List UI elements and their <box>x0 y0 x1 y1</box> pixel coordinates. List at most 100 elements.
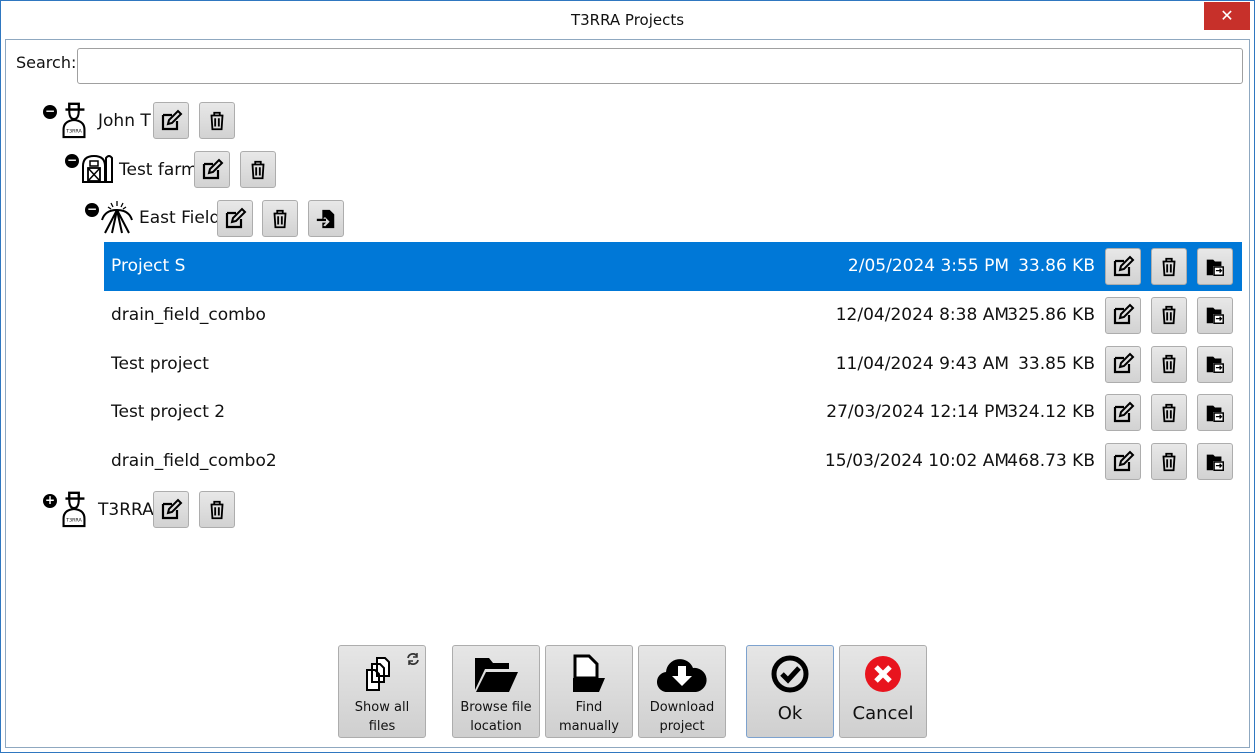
user-icon <box>59 490 89 528</box>
edit-icon <box>1111 255 1135 279</box>
move-project-button[interactable] <box>1197 394 1233 432</box>
move-folder-icon <box>1204 256 1226 278</box>
move-folder-icon <box>1204 451 1226 473</box>
farm-icon <box>81 152 115 184</box>
move-folder-icon <box>1204 353 1226 375</box>
collapse-toggle[interactable]: − <box>43 105 57 119</box>
trash-icon <box>1158 353 1180 375</box>
project-size: 33.86 KB <box>1018 256 1095 276</box>
find-manually-button[interactable]: Find manually <box>545 645 633 738</box>
project-row[interactable]: Test project 11/04/2024 9:43 AM 33.85 KB <box>104 340 1242 389</box>
edit-icon <box>1111 303 1135 327</box>
button-label: Cancel <box>852 703 914 724</box>
delete-field-button[interactable] <box>262 200 298 237</box>
expand-toggle[interactable]: + <box>43 494 57 508</box>
delete-project-button[interactable] <box>1151 345 1187 383</box>
find-file-icon <box>573 654 605 692</box>
delete-project-button[interactable] <box>1151 443 1187 481</box>
edit-farm-button[interactable] <box>194 151 230 188</box>
move-project-button[interactable] <box>1197 248 1233 285</box>
collapse-toggle[interactable]: − <box>85 203 99 217</box>
checkmark-icon <box>771 655 809 693</box>
field-name: East Field <box>139 208 221 228</box>
button-label: Browse file <box>460 700 532 715</box>
import-project-button[interactable] <box>308 200 344 237</box>
button-label: location <box>470 719 522 734</box>
edit-project-button[interactable] <box>1105 443 1141 481</box>
farm-name: Test farm <box>119 160 198 180</box>
search-label: Search: <box>16 53 77 72</box>
move-project-button[interactable] <box>1197 345 1233 383</box>
project-size: 33.85 KB <box>1018 353 1095 374</box>
edit-icon <box>223 207 247 231</box>
edit-icon <box>1111 450 1135 474</box>
project-name: Test project 2 <box>111 402 226 423</box>
project-size: 324.12 KB <box>1007 402 1095 423</box>
trash-icon <box>269 208 291 230</box>
edit-icon <box>200 158 224 182</box>
trash-icon <box>206 499 228 521</box>
button-label: Find <box>575 700 603 715</box>
edit-user-button[interactable] <box>153 102 189 139</box>
trash-icon <box>1158 402 1180 424</box>
search-input[interactable] <box>77 48 1243 84</box>
project-row[interactable]: Test project 2 27/03/2024 12:14 PM 324.1… <box>104 388 1242 437</box>
project-name: drain_field_combo <box>111 304 266 325</box>
close-button[interactable]: ✕ <box>1204 2 1250 30</box>
edit-field-button[interactable] <box>217 200 253 237</box>
project-date: 11/04/2024 9:43 AM <box>835 353 1009 374</box>
project-row[interactable]: Project S 2/05/2024 3:55 PM 33.86 KB <box>104 242 1242 291</box>
files-icon <box>366 657 390 691</box>
edit-icon <box>159 498 183 522</box>
cancel-icon <box>865 656 901 692</box>
edit-icon <box>1111 401 1135 425</box>
refresh-icon <box>407 653 419 665</box>
project-date: 2/05/2024 3:55 PM <box>847 256 1009 276</box>
download-project-button[interactable]: Download project <box>638 645 726 738</box>
move-folder-icon <box>1204 402 1226 424</box>
folder-open-icon <box>475 658 518 692</box>
project-name: drain_field_combo2 <box>111 451 277 472</box>
delete-project-button[interactable] <box>1151 394 1187 432</box>
delete-project-button[interactable] <box>1151 296 1187 334</box>
field-icon <box>100 200 134 234</box>
project-row[interactable]: drain_field_combo 12/04/2024 8:38 AM 325… <box>104 291 1242 340</box>
button-label: project <box>659 719 705 734</box>
project-size: 468.73 KB <box>1007 451 1095 472</box>
move-folder-icon <box>1204 304 1226 326</box>
project-name: Test project <box>111 353 209 374</box>
delete-user-button[interactable] <box>199 102 235 139</box>
edit-project-button[interactable] <box>1105 296 1141 334</box>
trash-icon <box>247 159 269 181</box>
button-label: manually <box>559 719 619 734</box>
button-label: Show all <box>354 700 410 715</box>
edit-project-button[interactable] <box>1105 345 1141 383</box>
delete-farm-button[interactable] <box>240 151 276 188</box>
project-name: Project S <box>111 256 186 276</box>
edit-project-button[interactable] <box>1105 248 1141 285</box>
dialog-window: T3RRA Projects ✕ Search: − John T − Test… <box>0 0 1255 753</box>
move-project-button[interactable] <box>1197 296 1233 334</box>
show-all-files-button[interactable]: Show all files <box>338 645 426 738</box>
user-name: T3RRA <box>98 500 154 520</box>
button-label: files <box>368 719 396 734</box>
trash-icon <box>1158 451 1180 473</box>
collapse-toggle[interactable]: − <box>65 154 79 168</box>
delete-project-button[interactable] <box>1151 248 1187 285</box>
project-date: 12/04/2024 8:38 AM <box>835 304 1009 325</box>
edit-icon <box>1111 352 1135 376</box>
trash-icon <box>1158 256 1180 278</box>
browse-file-location-button[interactable]: Browse file location <box>452 645 540 738</box>
project-row[interactable]: drain_field_combo2 15/03/2024 10:02 AM 4… <box>104 437 1242 486</box>
project-date: 27/03/2024 12:14 PM <box>826 402 1009 423</box>
trash-icon <box>206 110 228 132</box>
import-icon <box>315 208 337 230</box>
trash-icon <box>1158 304 1180 326</box>
ok-button[interactable]: Ok <box>746 645 834 738</box>
edit-project-button[interactable] <box>1105 394 1141 432</box>
edit-user-button[interactable] <box>153 491 189 528</box>
move-project-button[interactable] <box>1197 443 1233 481</box>
project-size: 325.86 KB <box>1007 304 1095 325</box>
delete-user-button[interactable] <box>199 491 235 528</box>
cancel-button[interactable]: Cancel <box>839 645 927 738</box>
